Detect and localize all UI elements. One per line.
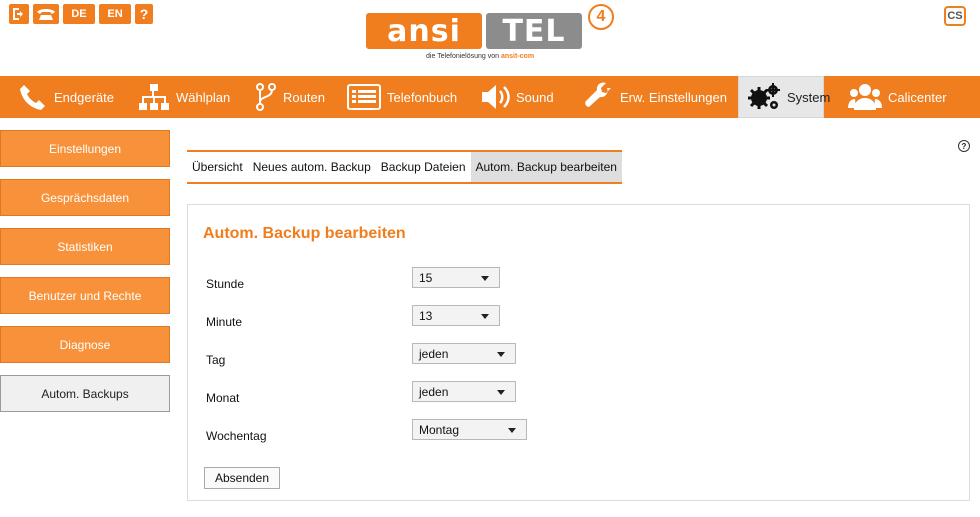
sidebar-item-gespraechsdaten[interactable]: Gesprächsdaten: [0, 179, 170, 216]
nav-system[interactable]: System: [738, 76, 830, 118]
page-title: Autom. Backup bearbeiten: [203, 225, 406, 242]
sitemap-icon: [139, 84, 169, 110]
nav-erw-einstellungen[interactable]: Erw. Einstellungen: [576, 76, 738, 118]
sidebar-item-statistiken[interactable]: Statistiken: [0, 228, 170, 265]
route-icon: [256, 83, 276, 111]
gears-icon: [748, 83, 780, 109]
phonebook-icon: [347, 84, 381, 110]
tab-neues-autom-backup[interactable]: Neues autom. Backup: [248, 152, 376, 182]
cs-icon[interactable]: CS: [944, 6, 966, 26]
sidebar-item-diagnose[interactable]: Diagnose: [0, 326, 170, 363]
nav-routen[interactable]: Routen: [247, 76, 339, 118]
minute-select[interactable]: 13: [412, 305, 500, 326]
logo-tagline: die Telefonielösung von ansit-com: [426, 53, 535, 60]
help-icon[interactable]: ?: [958, 140, 970, 152]
nav-label: Endgeräte: [54, 89, 114, 105]
sidebar-item-einstellungen[interactable]: Einstellungen: [0, 130, 170, 167]
caret-down-icon: [508, 428, 516, 433]
subtabs: Übersicht Neues autom. Backup Backup Dat…: [187, 150, 622, 184]
nav-telefonbuch[interactable]: Telefonbuch: [339, 76, 472, 118]
wochentag-label: Wochentag: [206, 429, 267, 443]
caret-down-icon: [481, 314, 489, 319]
help-button[interactable]: ?: [135, 4, 153, 24]
users-icon: [848, 84, 882, 110]
nav-waehlplan[interactable]: Wählplan: [130, 76, 247, 118]
nav-label: Calicenter: [888, 89, 947, 105]
logo-tel: TEL: [486, 13, 582, 49]
monat-label: Monat: [206, 391, 240, 405]
sidebar-item-autom-backups[interactable]: Autom. Backups: [0, 375, 170, 412]
nav-sound[interactable]: Sound: [472, 76, 576, 118]
nav-endgeraete[interactable]: Endgeräte: [10, 76, 130, 118]
language-de-button[interactable]: DE: [63, 4, 95, 24]
sidebar-item-benutzer-und-rechte[interactable]: Benutzer und Rechte: [0, 277, 170, 314]
logo-ansi: ansi: [366, 13, 482, 49]
tag-select[interactable]: jeden: [412, 343, 516, 364]
top-toolbar: DE EN ?: [9, 4, 153, 24]
select-value: 13: [419, 308, 433, 323]
nav-label: Sound: [516, 89, 554, 105]
submit-button[interactable]: Absenden: [204, 467, 280, 489]
speaker-icon: [482, 85, 510, 109]
ansitel-logo: ansi TEL 4 die Telefonielösung von ansit…: [366, 4, 616, 70]
stunde-select[interactable]: 15: [412, 267, 500, 288]
nav-label: Wählplan: [176, 89, 231, 105]
nav-label: Telefonbuch: [387, 89, 458, 105]
select-value: Montag: [419, 422, 460, 437]
logout-icon[interactable]: [9, 4, 29, 24]
phone-icon: [20, 85, 45, 110]
stunde-label: Stunde: [206, 277, 245, 291]
logo-version: 4: [588, 4, 614, 30]
tag-label: Tag: [206, 353, 226, 367]
nav-calicenter[interactable]: Calicenter: [840, 76, 960, 118]
backup-form-panel: Autom. Backup bearbeiten Stunde 15 Minut…: [187, 204, 970, 501]
language-en-button[interactable]: EN: [99, 4, 131, 24]
caret-down-icon: [497, 390, 505, 395]
tab-uebersicht[interactable]: Übersicht: [187, 152, 248, 182]
select-value: 15: [419, 270, 433, 285]
nav-label: Erw. Einstellungen: [620, 89, 727, 105]
telephone-icon[interactable]: [33, 4, 59, 24]
nav-label: Routen: [283, 89, 325, 105]
caret-down-icon: [481, 276, 489, 281]
wochentag-select[interactable]: Montag: [412, 419, 527, 440]
select-value: jeden: [419, 346, 449, 361]
minute-label: Minute: [206, 315, 243, 329]
wrench-icon: [585, 82, 611, 107]
sidebar: Einstellungen Gesprächsdaten Statistiken…: [0, 130, 170, 424]
monat-select[interactable]: jeden: [412, 381, 516, 402]
select-value: jeden: [419, 384, 449, 399]
tab-backup-dateien[interactable]: Backup Dateien: [376, 152, 471, 182]
caret-down-icon: [497, 352, 505, 357]
nav-label: System: [787, 89, 831, 105]
main-navigation: Endgeräte Wählplan Routen Telefonbuch So…: [0, 76, 980, 118]
tab-autom-backup-bearbeiten[interactable]: Autom. Backup bearbeiten: [470, 152, 622, 182]
